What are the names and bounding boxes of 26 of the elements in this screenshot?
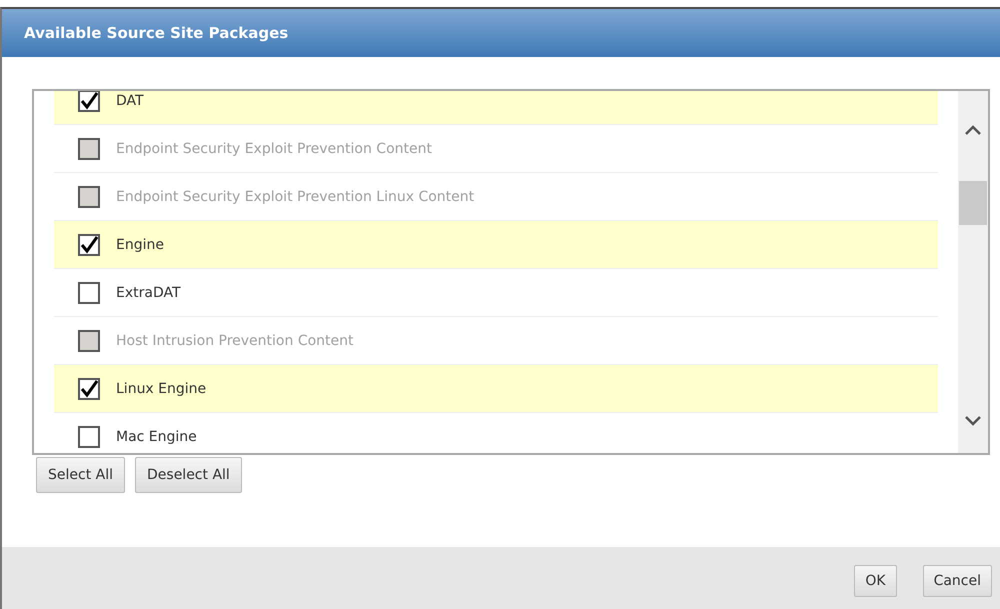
footer-button[interactable]: OK xyxy=(854,565,897,597)
package-label: Mac Engine xyxy=(116,428,197,444)
package-label: Engine xyxy=(116,236,164,252)
scroll-thumb[interactable] xyxy=(959,181,987,225)
package-label: DAT xyxy=(116,92,144,108)
list-button[interactable]: Select All xyxy=(36,457,125,493)
list-button[interactable]: Deselect All xyxy=(135,457,242,493)
package-row[interactable]: Engine xyxy=(54,221,938,269)
checkbox[interactable] xyxy=(78,91,100,112)
dialog-title: Available Source Site Packages xyxy=(24,24,288,42)
checkbox[interactable] xyxy=(78,378,100,400)
package-label: ExtraDAT xyxy=(116,284,181,300)
package-label: Endpoint Security Exploit Prevention Content xyxy=(116,140,432,156)
checkbox[interactable] xyxy=(78,426,100,448)
scroll-down-icon[interactable] xyxy=(964,415,982,427)
package-row[interactable]: ExtraDAT xyxy=(54,269,938,317)
package-row[interactable]: Linux Engine xyxy=(54,365,938,413)
package-row[interactable]: DAT xyxy=(54,91,938,125)
checkbox[interactable] xyxy=(78,282,100,304)
scroll-up-icon[interactable] xyxy=(964,124,982,136)
package-label: Host Intrusion Prevention Content xyxy=(116,332,354,348)
footer-button[interactable]: Cancel xyxy=(922,565,992,597)
scrollbar[interactable] xyxy=(958,91,988,453)
checkbox[interactable] xyxy=(78,234,100,256)
package-label: Linux Engine xyxy=(116,380,206,396)
package-label: Endpoint Security Exploit Prevention Linux Content xyxy=(116,188,474,204)
